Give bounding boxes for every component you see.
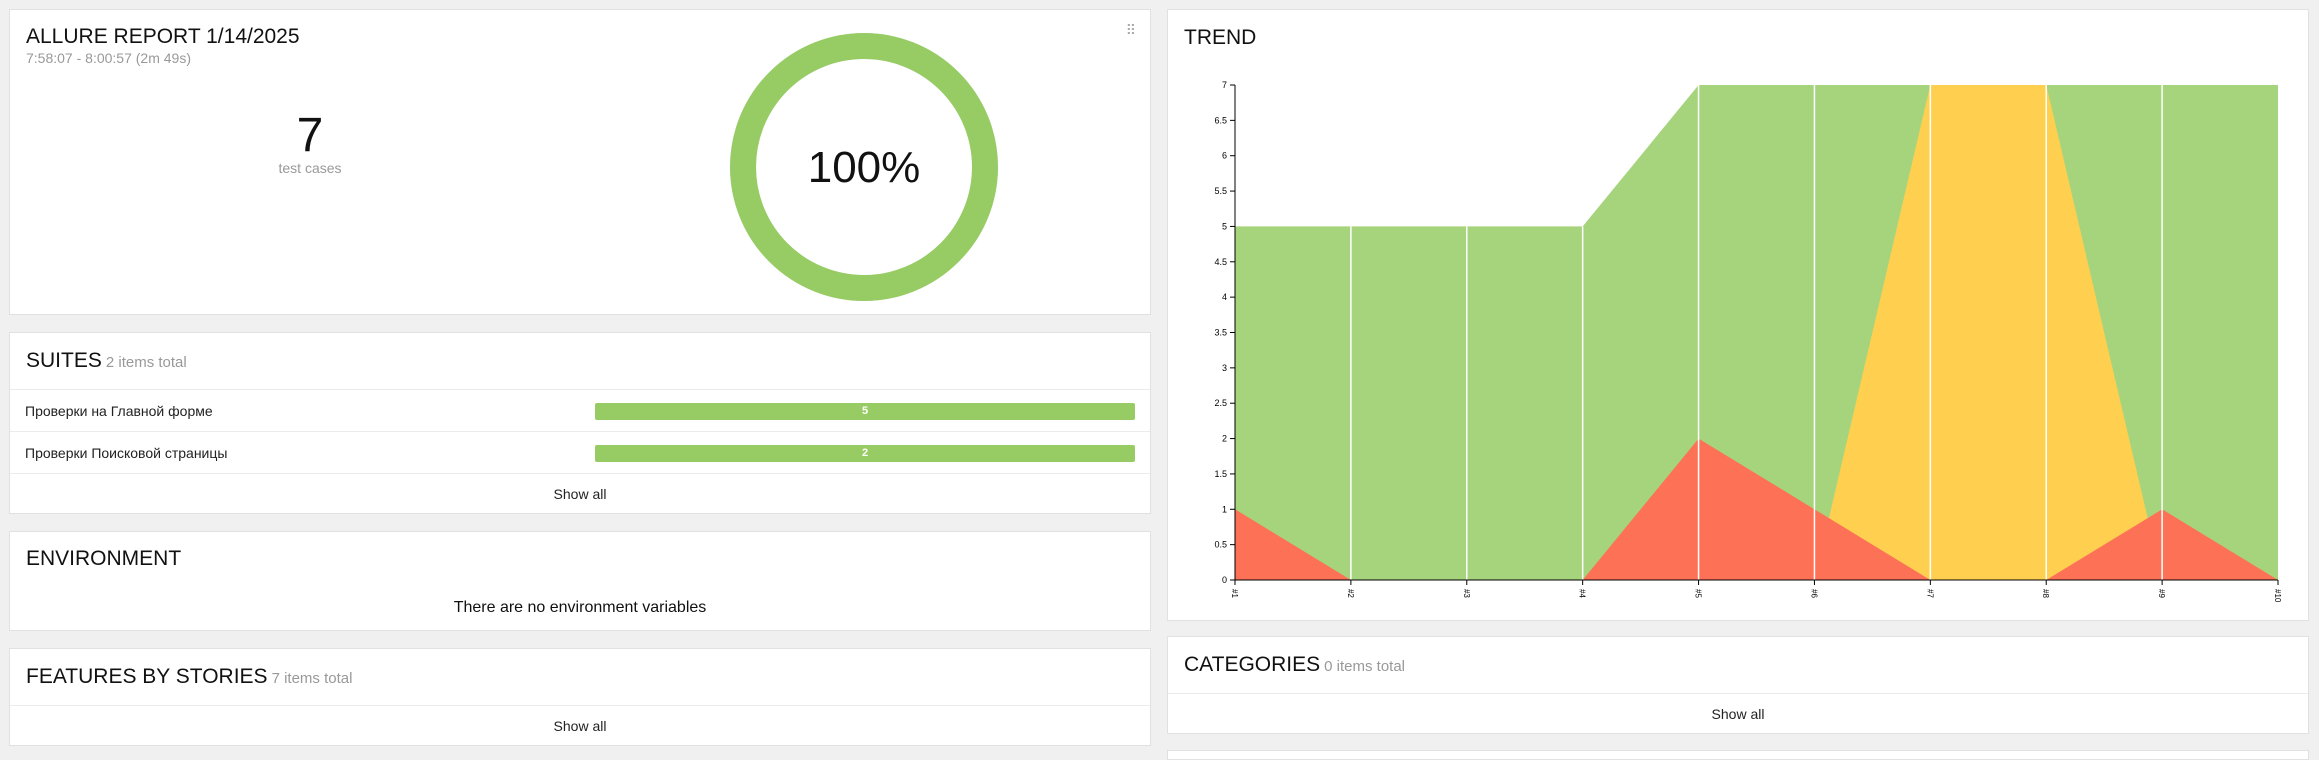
categories-total: 0 items total [1324,658,1406,675]
x-tick-label: #9 [2157,589,2166,598]
features-show-all-link[interactable]: Show all [10,718,1150,734]
y-tick-label: 6 [1222,151,1227,161]
test-count-label: test cases [278,160,342,176]
trend-chart: 0 0.5 1 1.5 2 2.5 3 3.5 4 4.5 5 5.5 6 6.5 7 #1 #2 #3 #4 #5 #… [1214,80,2282,603]
suites-title: SUITES 2 items total [26,349,187,373]
x-tick-label: #1 [1230,589,1239,598]
features-show-all-row: Show all [10,705,1150,746]
x-tick-label: #8 [2041,589,2050,598]
pass-rate-donut: 100% [730,33,998,301]
y-tick-label: 5.5 [1214,186,1227,196]
x-tick-label: #5 [1694,589,1703,598]
suite-name: Проверки на Главной форме [25,403,213,419]
suites-panel: SUITES 2 items total Проверки на Главной … [9,332,1151,514]
y-tick-label: 1 [1222,504,1227,514]
suites-show-all-row: Show all [10,473,1150,514]
categories-title: CATEGORIES 0 items total [1184,653,1405,677]
trend-panel: TREND 0 0.5 1 1.5 2 2.5 3 3.5 4 4.5 5 5.5 6 6.5 7 #1 #2 #… [1167,9,2309,621]
features-total: 7 items total [271,670,353,687]
report-time-range: 7:58:07 - 8:00:57 (2m 49s) [26,50,191,66]
y-tick-label: 0 [1222,575,1227,585]
suites-heading: SUITES [26,349,102,372]
suite-count: 5 [861,405,869,417]
pass-rate-percent: 100% [808,143,921,192]
suites-show-all-link[interactable]: Show all [10,486,1150,502]
categories-show-all-row: Show all [1168,693,2308,734]
test-count: 7 [296,109,324,162]
categories-show-all-link[interactable]: Show all [1168,706,2308,722]
y-tick-label: 2.5 [1214,398,1227,408]
drag-handle-icon[interactable]: ⠿ [1126,22,1136,39]
categories-panel: CATEGORIES 0 items total Show all [1167,636,2309,734]
next-panel-edge [1167,750,2309,760]
environment-empty-text: There are no environment variables [453,599,707,616]
y-tick-label: 4 [1222,292,1227,302]
y-tick-label: 3.5 [1214,328,1227,338]
y-tick-label: 5 [1222,221,1227,231]
x-tick-label: #3 [1462,589,1471,598]
suites-total: 2 items total [105,354,187,371]
summary-panel: ALLURE REPORT 1/14/2025 7:58:07 - 8:00:5… [9,9,1151,315]
environment-panel: ENVIRONMENT There are no environment var… [9,531,1151,631]
environment-title: ENVIRONMENT [26,547,182,570]
categories-heading: CATEGORIES [1184,653,1321,676]
x-tick-label: #2 [1346,589,1355,598]
y-tick-label: 1.5 [1214,469,1227,479]
y-tick-label: 7 [1222,80,1227,90]
y-tick-label: 4.5 [1214,257,1227,267]
x-tick-label: #6 [1809,589,1818,598]
y-tick-label: 2 [1222,434,1227,444]
x-tick-label: #10 [2273,589,2282,603]
report-title: ALLURE REPORT 1/14/2025 [26,25,300,48]
x-tick-label: #7 [1925,589,1934,598]
y-tick-label: 0.5 [1214,540,1227,550]
features-panel: FEATURES BY STORIES 7 items total Show al… [9,648,1151,746]
y-tick-label: 3 [1222,363,1227,373]
y-tick-label: 6.5 [1214,115,1227,125]
suite-passed-bar[interactable]: 2 [595,445,1135,462]
trend-title: TREND [1184,26,1257,49]
features-title: FEATURES BY STORIES 7 items total [26,665,352,689]
suite-row[interactable]: Проверки Поисковой страницы 2 [10,431,1150,473]
suite-passed-bar[interactable]: 5 [595,403,1135,420]
suite-name: Проверки Поисковой страницы [25,445,228,461]
suite-count: 2 [861,447,869,459]
suite-row[interactable]: Проверки на Главной форме 5 [10,389,1150,431]
features-heading: FEATURES BY STORIES [26,665,268,688]
x-tick-label: #4 [1578,589,1587,598]
